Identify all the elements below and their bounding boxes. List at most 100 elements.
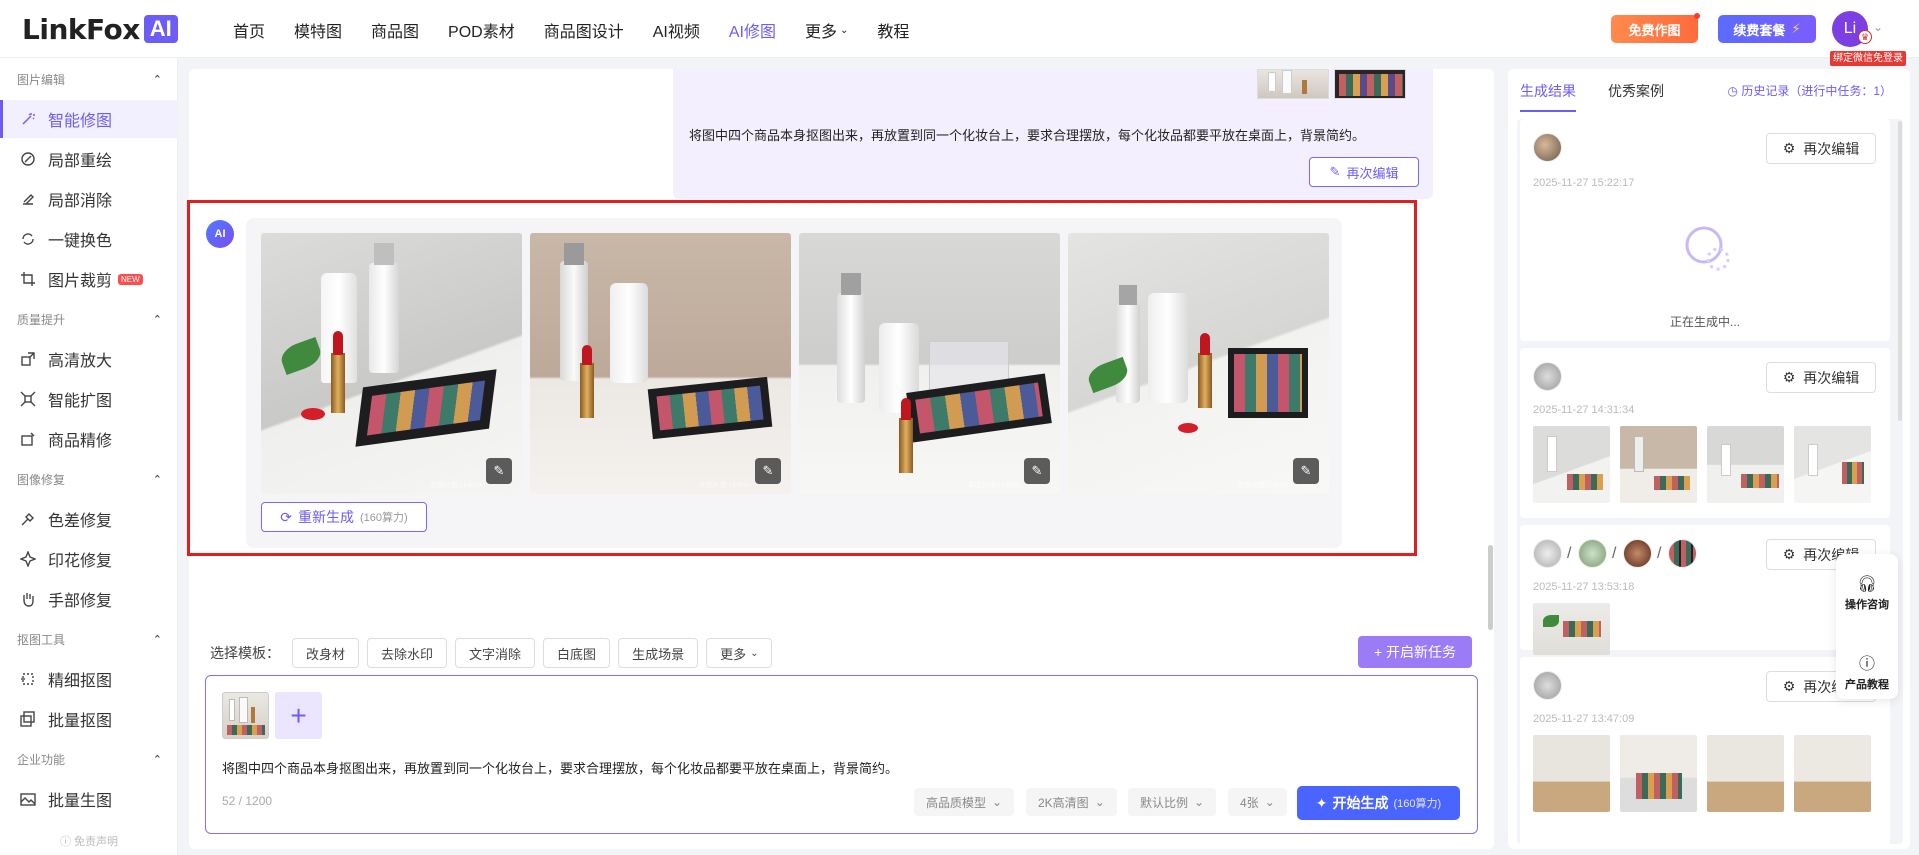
nav-product-image[interactable]: 商品图 [371,18,419,42]
sidebar-item-upscale[interactable]: 高清放大 [0,340,178,378]
source-thumbnail[interactable] [1533,133,1562,162]
template-body-shape[interactable]: 改身材 [292,638,360,668]
notification-dot [1694,13,1700,19]
sidebar-item-fine-cutout[interactable]: 精细抠图 [0,660,178,698]
edit-image-button[interactable]: ✎ [755,458,781,484]
template-generate-scene[interactable]: 生成场景 [618,638,699,668]
separator: / [1657,545,1662,562]
template-remove-watermark[interactable]: 去除水印 [367,638,448,668]
sidebar-item-label: 智能扩图 [48,393,113,410]
result-image[interactable]: 本图片由 Linkfox ✎ [261,233,522,494]
re-edit-button[interactable]: ⚙ 再次编辑 [1766,133,1876,164]
pattern-icon [19,551,36,568]
regenerate-button[interactable]: ⟳ 重新生成 (160算力) [261,502,427,532]
sidebar-item-batch-generate[interactable]: 批量生图 [0,780,178,818]
chevron-down-icon[interactable]: ⌄ [1873,20,1883,34]
result-image[interactable]: 本图片由 Linkfox ✎ [530,233,791,494]
source-thumbnail[interactable] [1533,362,1562,391]
quantity-select[interactable]: 4张 ⌄ [1228,788,1287,816]
re-edit-button[interactable]: ✎ 再次编辑 [1309,157,1419,187]
result-thumbnail[interactable] [1533,603,1610,655]
result-thumbnail[interactable] [1707,426,1784,503]
sidebar-item-crop[interactable]: 图片裁剪 NEW [0,260,178,298]
nav-tutorial[interactable]: 教程 [877,18,909,42]
tutorial-button[interactable]: ⓘ 产品教程 [1836,650,1898,692]
source-thumbnail[interactable] [1533,539,1562,568]
sidebar-group-image-edit[interactable]: 图片编辑 ⌃ [0,64,178,94]
sliders-icon: ⚙ [1782,369,1796,385]
start-generate-button[interactable]: ✦ 开始生成 (160算力) [1297,786,1460,820]
consult-button[interactable]: 🎧︎ 操作咨询 [1836,574,1898,612]
results-scrollbar[interactable] [1898,121,1902,421]
source-thumbnail[interactable] [1668,539,1697,568]
edit-image-button[interactable]: ✎ [486,458,512,484]
sidebar-item-partial-erase[interactable]: 局部消除 [0,180,178,218]
sidebar-item-product-retouch[interactable]: 商品精修 [0,420,178,458]
sidebar-group-enterprise[interactable]: 企业功能 ⌃ [0,744,178,774]
re-edit-button[interactable]: ⚙ 再次编辑 [1766,362,1876,393]
edit-image-button[interactable]: ✎ [1293,458,1319,484]
linkfox-logo[interactable]: LinkFox AI [22,13,178,46]
new-task-button[interactable]: + 开启新任务 [1358,636,1472,668]
resolution-select[interactable]: 2K高清图 ⌄ [1026,788,1117,816]
sidebar-item-smart-extend[interactable]: 智能扩图 [0,380,178,418]
renew-plan-button[interactable]: 续费套餐 ⚡ [1718,15,1816,43]
sidebar-group-quality[interactable]: 质量提升 ⌃ [0,304,178,334]
ratio-select[interactable]: 默认比例 ⌄ [1128,788,1217,816]
input-thumbnail[interactable] [1257,69,1329,99]
result-thumbnail[interactable] [1533,426,1610,503]
sidebar-item-hand-fix[interactable]: 手部修复 [0,580,178,618]
timestamp: 2025-11-27 13:53:18 [1533,581,1635,593]
bind-wechat-tag[interactable]: 绑定微信免登录 [1830,51,1906,66]
free-draw-button[interactable]: 免费作图 [1611,13,1700,43]
re-edit-label: 再次编辑 [1803,140,1860,157]
sidebar-item-label: 商品精修 [48,433,113,450]
prompt-text[interactable]: 将图中四个商品本身抠图出来，再放置到同一个化妆台上，要求合理摆放，每个化妆品都要… [222,758,898,777]
source-thumbnail[interactable] [1578,539,1607,568]
nav-product-design[interactable]: 商品图设计 [544,18,624,42]
nav-more[interactable]: 更多 ⌄ [805,18,848,42]
source-thumbnail[interactable] [1533,671,1562,700]
sidebar-item-color-swap[interactable]: 一键换色 [0,220,178,258]
result-thumbnail[interactable] [1794,426,1871,503]
result-image[interactable]: 本图片由 Linkfox ✎ [1068,233,1329,494]
nav-home[interactable]: 首页 [233,18,265,42]
chevron-down-icon: ⌄ [1194,795,1205,809]
template-more[interactable]: 更多 ⌄ [706,638,773,668]
sidebar-group-repair[interactable]: 图像修复 ⌃ [0,464,178,494]
tab-generated-results[interactable]: 生成结果 [1520,81,1576,112]
result-image[interactable]: 本图片由 Linkfox ✎ [799,233,1060,494]
source-thumbnail[interactable] [1623,539,1652,568]
nav-ai-video[interactable]: AI视频 [653,18,700,42]
tab-excellent-cases[interactable]: 优秀案例 [1608,81,1664,112]
prompt-input-box[interactable]: + 将图中四个商品本身抠图出来，再放置到同一个化妆台上，要求合理摆放，每个化妆品… [205,675,1478,834]
resolution-value: 2K高清图 [1038,795,1089,810]
result-card: ⚙ 再次编辑 2025-11-27 13:47:09 [1520,657,1890,844]
edit-image-button[interactable]: ✎ [1024,458,1050,484]
result-thumbnail[interactable] [1707,735,1784,812]
result-thumbnail[interactable] [1620,735,1697,812]
uploaded-image-thumbnail[interactable] [222,692,269,739]
input-thumbnail[interactable] [1334,69,1406,99]
nav-pod-material[interactable]: POD素材 [448,18,515,42]
sidebar-item-label: 局部重绘 [48,153,113,170]
template-white-bg[interactable]: 白底图 [543,638,611,668]
sidebar-group-cutout[interactable]: 抠图工具 ⌃ [0,624,178,654]
sidebar-item-partial-redraw[interactable]: 局部重绘 [0,140,178,178]
result-thumbnail[interactable] [1620,426,1697,503]
generating-status: 正在生成中... [1669,315,1740,329]
model-select[interactable]: 高品质模型 ⌄ [914,788,1015,816]
nav-ai-retouch[interactable]: AI修图 [729,18,776,42]
result-thumbnail[interactable] [1533,735,1610,812]
add-image-button[interactable]: + [275,692,322,739]
sidebar-item-color-fix[interactable]: 色差修复 [0,500,178,538]
sidebar-item-print-fix[interactable]: 印花修复 [0,540,178,578]
sidebar-item-batch-cutout[interactable]: 批量抠图 [0,700,178,738]
chat-scrollbar[interactable] [1488,545,1493,630]
disclaimer-link[interactable]: ⓘ 免责声明 [0,833,178,849]
sidebar-item-smart-retouch[interactable]: 智能修图 [0,100,178,138]
history-link[interactable]: ◷ 历史记录（进行中任务：1） [1728,82,1893,99]
result-thumbnail[interactable] [1794,735,1871,812]
nav-model-image[interactable]: 模特图 [294,18,342,42]
template-remove-text[interactable]: 文字消除 [455,638,536,668]
